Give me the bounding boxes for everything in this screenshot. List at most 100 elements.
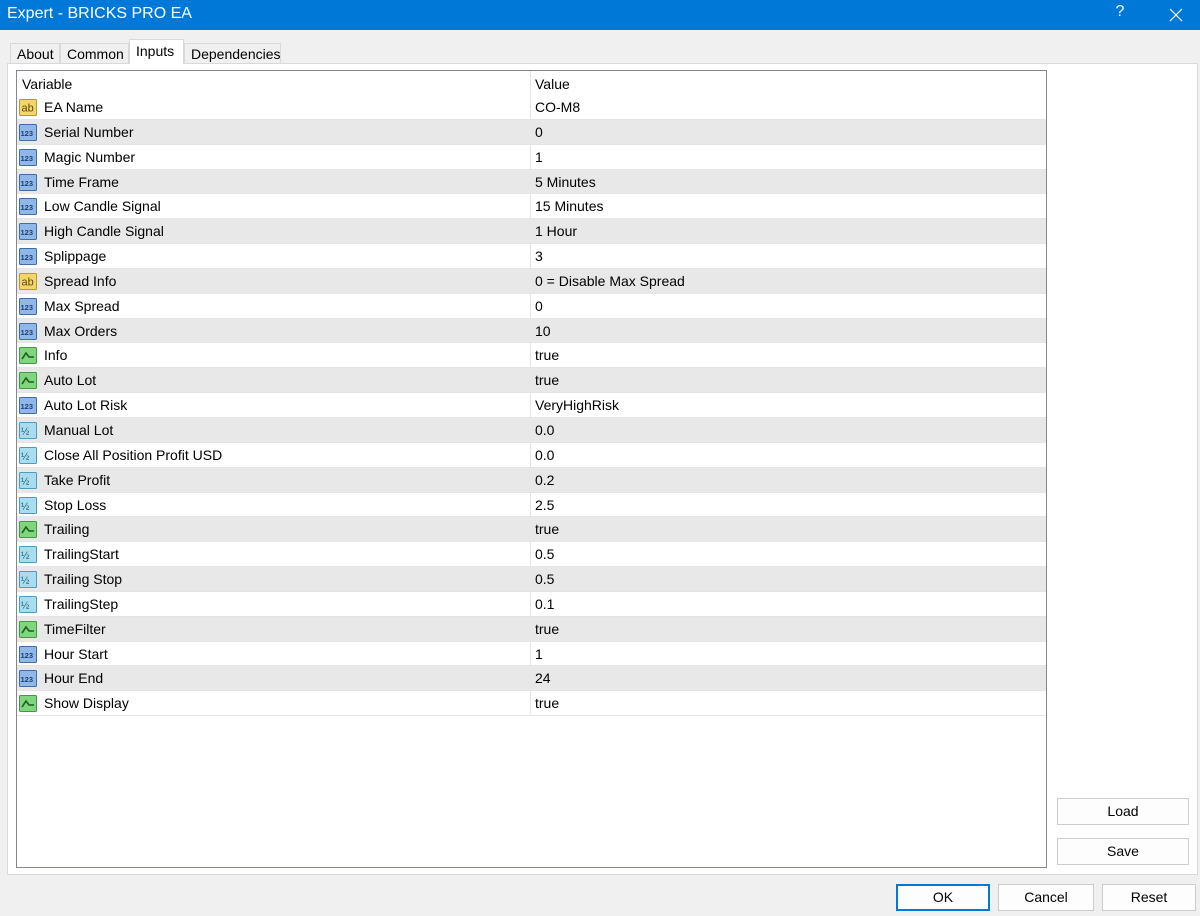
tab-inputs[interactable]: Inputs <box>129 39 184 64</box>
variable-value[interactable]: 0 <box>535 124 543 140</box>
grid-rows: ab EA Name CO-M8 123 Serial Number 0 123 Magic … <box>17 95 1046 717</box>
integer-icon: 123 <box>19 397 37 415</box>
variable-value[interactable]: 0.5 <box>535 546 554 562</box>
variable-name: Auto Lot Risk <box>44 397 128 414</box>
variable-column-header[interactable]: Variable <box>22 76 72 92</box>
variable-value[interactable]: 1 <box>535 149 543 165</box>
table-row[interactable]: ab EA Name CO-M8 <box>17 95 1046 120</box>
variable-value[interactable]: 0.0 <box>535 422 554 438</box>
variable-value[interactable]: 0.5 <box>535 571 554 587</box>
table-row[interactable]: ½ Stop Loss 2.5 <box>17 493 1046 518</box>
load-button[interactable]: Load <box>1057 798 1189 825</box>
variable-value[interactable]: VeryHighRisk <box>535 397 619 413</box>
tab-common[interactable]: Common <box>60 43 129 64</box>
svg-text:123: 123 <box>21 253 34 262</box>
table-row[interactable]: 123 Auto Lot Risk VeryHighRisk <box>17 393 1046 418</box>
table-row[interactable]: ab Spread Info 0 = Disable Max Spread <box>17 268 1046 294</box>
tab-dependencies[interactable]: Dependencies <box>184 43 281 64</box>
save-button[interactable]: Save <box>1057 838 1189 865</box>
svg-text:½: ½ <box>21 551 30 562</box>
table-row[interactable]: 123 Magic Number 1 <box>17 145 1046 170</box>
table-row[interactable]: 123 Time Frame 5 Minutes <box>17 169 1046 195</box>
table-row[interactable]: Trailing true <box>17 517 1046 543</box>
table-row[interactable]: 123 Splippage 3 <box>17 244 1046 269</box>
variable-name: Show Display <box>44 695 129 712</box>
svg-text:ab: ab <box>22 276 34 288</box>
table-row[interactable]: ½ TrailingStart 0.5 <box>17 542 1046 568</box>
svg-text:123: 123 <box>21 129 34 138</box>
boolean-icon <box>19 372 37 390</box>
svg-text:½: ½ <box>21 451 30 462</box>
variable-name: Trailing Stop <box>44 571 123 588</box>
variable-value[interactable]: 0.2 <box>535 472 554 488</box>
variable-value[interactable]: 10 <box>535 323 551 339</box>
integer-icon: 123 <box>19 670 37 688</box>
table-row[interactable]: 123 Max Spread 0 <box>17 294 1046 319</box>
integer-icon: 123 <box>19 322 37 340</box>
table-row[interactable]: ½ Close All Position Profit USD 0.0 <box>17 443 1046 468</box>
integer-icon: 123 <box>19 123 37 141</box>
variable-name: Spread Info <box>44 272 117 289</box>
variable-value[interactable]: 3 <box>535 248 543 264</box>
variable-value[interactable]: 2.5 <box>535 497 554 513</box>
table-row[interactable]: ½ Trailing Stop 0.5 <box>17 567 1046 592</box>
integer-icon: 123 <box>19 248 37 266</box>
variable-name: Stop Loss <box>44 496 107 513</box>
variable-name: Low Candle Signal <box>44 198 161 215</box>
table-row[interactable]: Show Display true <box>17 691 1046 717</box>
variable-value[interactable]: CO-M8 <box>535 99 580 115</box>
svg-text:123: 123 <box>21 402 34 411</box>
table-row[interactable]: 123 Hour Start 1 <box>17 642 1046 667</box>
svg-text:½: ½ <box>21 476 30 487</box>
table-row[interactable]: Auto Lot true <box>17 368 1046 394</box>
double-icon: ½ <box>19 595 37 613</box>
boolean-icon <box>19 620 37 638</box>
variable-value[interactable]: 0 <box>535 298 543 314</box>
variable-value[interactable]: true <box>535 347 559 363</box>
table-row[interactable]: TimeFilter true <box>17 616 1046 642</box>
variable-name: Max Orders <box>44 322 118 339</box>
variable-name: Take Profit <box>44 471 111 488</box>
variable-value[interactable]: true <box>535 521 559 537</box>
variable-value[interactable]: true <box>535 621 559 637</box>
variable-value[interactable]: 0.0 <box>535 447 554 463</box>
variable-name: Max Spread <box>44 297 120 314</box>
variable-value[interactable]: 15 Minutes <box>535 198 603 214</box>
double-icon: ½ <box>19 496 37 514</box>
svg-text:½: ½ <box>21 501 30 512</box>
value-column-header[interactable]: Value <box>535 76 570 92</box>
table-row[interactable]: ½ TrailingStep 0.1 <box>17 592 1046 617</box>
table-row[interactable]: ½ Take Profit 0.2 <box>17 467 1046 493</box>
variable-value[interactable]: 0 = Disable Max Spread <box>535 273 685 289</box>
integer-icon: 123 <box>19 645 37 663</box>
table-row[interactable]: 123 Max Orders 10 <box>17 318 1046 344</box>
variable-name: TimeFilter <box>44 620 106 637</box>
variable-value[interactable]: true <box>535 695 559 711</box>
window-title: Expert - BRICKS PRO EA <box>7 5 192 22</box>
table-row[interactable]: 123 Hour End 24 <box>17 666 1046 692</box>
variable-value[interactable]: 24 <box>535 670 551 686</box>
svg-text:½: ½ <box>21 426 30 437</box>
variable-value[interactable]: 1 Hour <box>535 223 577 239</box>
table-row[interactable]: 123 High Candle Signal 1 Hour <box>17 219 1046 245</box>
ok-button[interactable]: OK <box>896 884 990 911</box>
variable-value[interactable]: 1 <box>535 646 543 662</box>
close-button[interactable] <box>1160 2 1190 28</box>
integer-icon: 123 <box>19 148 37 166</box>
grid-header: Variable Value <box>17 71 1046 95</box>
table-row[interactable]: 123 Serial Number 0 <box>17 119 1046 145</box>
table-row[interactable]: 123 Low Candle Signal 15 Minutes <box>17 194 1046 220</box>
variable-name: TrailingStart <box>44 546 119 563</box>
help-button[interactable]: ? <box>1108 3 1132 21</box>
reset-button[interactable]: Reset <box>1102 884 1196 911</box>
variable-value[interactable]: true <box>535 372 559 388</box>
cancel-button[interactable]: Cancel <box>998 884 1094 911</box>
boolean-icon <box>19 521 37 539</box>
variable-name: Splippage <box>44 248 107 265</box>
tab-about[interactable]: About <box>10 43 60 64</box>
table-row[interactable]: ½ Manual Lot 0.0 <box>17 417 1046 443</box>
variable-value[interactable]: 5 Minutes <box>535 174 596 190</box>
variable-name: Magic Number <box>44 148 136 165</box>
variable-value[interactable]: 0.1 <box>535 596 554 612</box>
table-row[interactable]: Info true <box>17 343 1046 369</box>
